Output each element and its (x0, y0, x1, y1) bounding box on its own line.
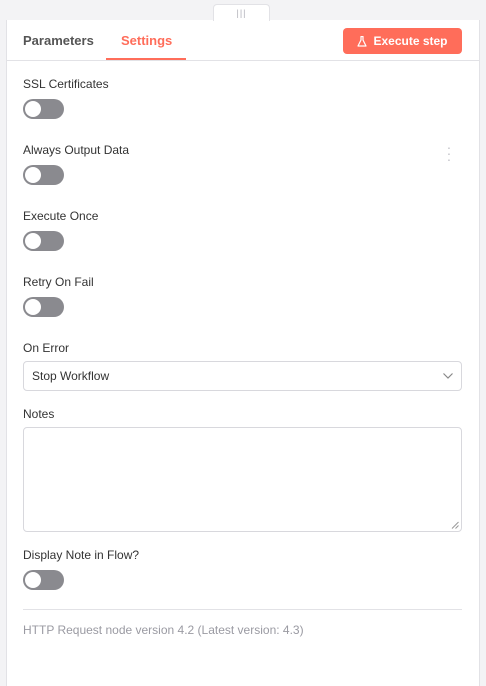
node-settings-panel: Parameters Settings Execute step SSL Cer… (6, 20, 480, 686)
footer-divider (23, 609, 462, 610)
tab-settings[interactable]: Settings (121, 33, 172, 48)
toggle-knob (25, 299, 41, 315)
toggle-knob (25, 233, 41, 249)
retry-on-fail-label: Retry On Fail (23, 275, 94, 289)
node-version-text: HTTP Request node version 4.2 (Latest ve… (23, 623, 304, 637)
toggle-knob (25, 167, 41, 183)
resize-handle-icon[interactable] (451, 521, 459, 529)
toggle-knob (25, 101, 41, 117)
on-error-label: On Error (23, 341, 70, 355)
active-tab-indicator (106, 58, 186, 60)
tab-parameters[interactable]: Parameters (23, 33, 94, 48)
on-error-select[interactable]: Stop Workflow (23, 361, 462, 391)
retry-on-fail-toggle[interactable] (23, 297, 64, 317)
flask-icon (357, 35, 368, 47)
execute-once-label: Execute Once (23, 209, 99, 223)
execute-once-toggle[interactable] (23, 231, 64, 251)
ssl-certificates-label: SSL Certificates (23, 77, 109, 91)
execute-step-label: Execute step (373, 34, 448, 48)
on-error-selected-value: Stop Workflow (32, 369, 110, 383)
panel-drag-handle[interactable]: ||| (213, 4, 270, 21)
toggle-knob (25, 572, 41, 588)
always-output-data-label: Always Output Data (23, 143, 130, 157)
display-note-toggle[interactable] (23, 570, 64, 590)
notes-textarea[interactable] (23, 427, 462, 532)
panel-header: Parameters Settings Execute step (7, 20, 479, 61)
notes-label: Notes (23, 407, 55, 421)
more-options-icon[interactable]: · · · (446, 140, 452, 166)
always-output-data-toggle[interactable] (23, 165, 64, 185)
execute-step-button[interactable]: Execute step (343, 28, 462, 54)
display-note-label: Display Note in Flow? (23, 548, 140, 562)
ssl-certificates-toggle[interactable] (23, 99, 64, 119)
chevron-down-icon (443, 373, 453, 379)
